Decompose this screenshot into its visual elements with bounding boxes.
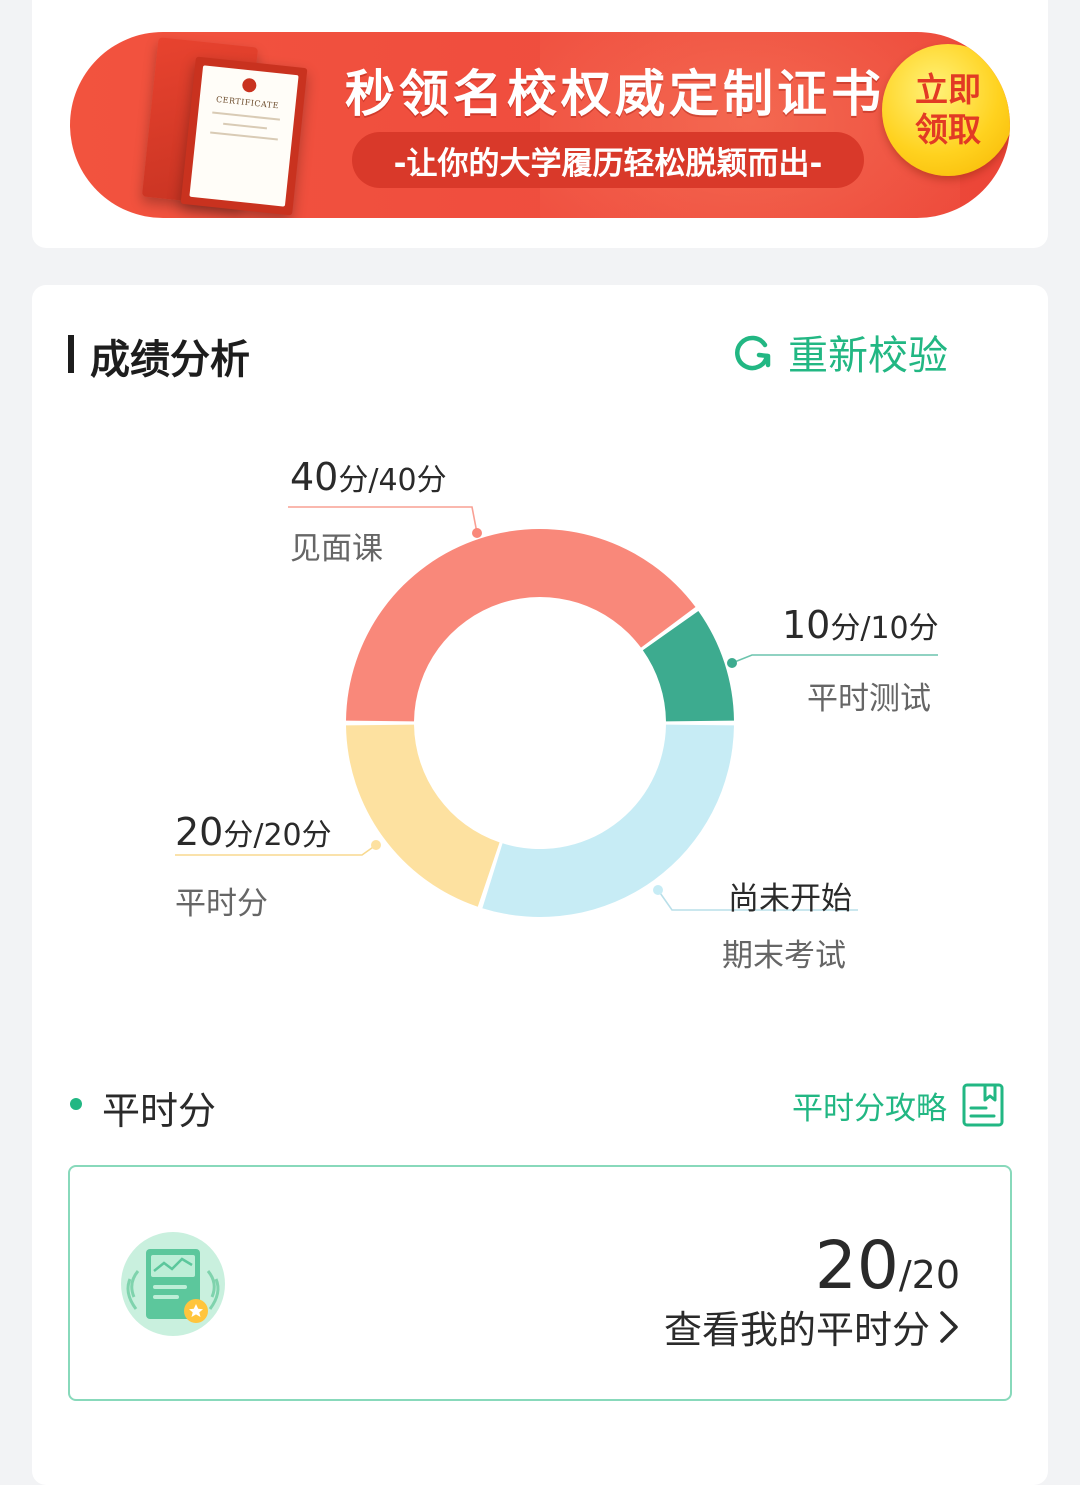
regular-score-max: /20	[253, 818, 302, 853]
donut-segment-regular	[346, 724, 500, 907]
claim-button-line1: 立即	[915, 71, 981, 108]
certificate-paper: CERTIFICATE	[189, 65, 299, 207]
face-to-face-score-value: 40	[290, 455, 339, 499]
face-to-face-score-max: /40	[368, 463, 417, 498]
regular-score-max: /20	[898, 1253, 960, 1297]
face-to-face-score-unit: 分	[338, 463, 369, 498]
quiz-score-unit: 分	[830, 611, 861, 646]
quiz-score-value: 10	[782, 603, 831, 647]
certificate-heading: CERTIFICATE	[215, 94, 280, 111]
regular-score: 20分/20分	[175, 810, 332, 854]
guide-book-icon	[962, 1083, 1004, 1127]
face-to-face-score-max-unit: 分	[416, 463, 447, 498]
regular-score-value: 20	[814, 1227, 899, 1304]
regular-score-card[interactable]: 20/20 查看我的平时分	[68, 1165, 1012, 1401]
banner-card: CERTIFICATE 秒领名校权威定制证书 -让你的大学履历轻松脱颖而出- 立…	[32, 0, 1048, 248]
certificate-image: CERTIFICATE	[180, 56, 308, 216]
face-to-face-label: 见面课	[290, 531, 383, 567]
quiz-score: 10分/10分	[782, 603, 939, 647]
regular-score-unit: 分	[223, 818, 254, 853]
regular-score-max-unit: 分	[301, 818, 332, 853]
strategy-label: 平时分攻略	[792, 1090, 947, 1127]
banner-subtitle: -让你的大学履历轻松脱颖而出-	[352, 132, 864, 188]
claim-now-button[interactable]: 立即 领取	[882, 44, 1010, 176]
section-dot	[70, 1098, 82, 1110]
quiz-score-max-unit: 分	[908, 611, 939, 646]
certificate-line	[210, 131, 278, 141]
certificate-seal-icon	[241, 77, 258, 93]
regular-score-strategy-link[interactable]: 平时分攻略	[792, 1082, 1005, 1128]
quiz-score-max: /10	[860, 611, 909, 646]
donut-segment-final-exam	[482, 724, 734, 917]
label-dot-quiz	[727, 658, 737, 668]
view-my-regular-score-label: 查看我的平时分	[663, 1308, 930, 1352]
label-dot-regular	[371, 840, 381, 850]
regular-score-section-title: 平时分	[102, 1089, 217, 1133]
final-exam-status: 尚未开始	[728, 881, 852, 917]
quiz-label: 平时测试	[807, 681, 931, 717]
banner-title: 秒领名校权威定制证书	[345, 65, 885, 123]
leader-line-quiz	[731, 654, 938, 664]
chevron-right-icon	[940, 1310, 958, 1343]
face-to-face-score: 40分/40分	[290, 455, 447, 499]
regular-label: 平时分	[175, 886, 268, 922]
score-analysis-card: 成绩分析 重新校验 40分/40分 见面课 10分/10分 平时测试 尚未开始 …	[32, 285, 1048, 1485]
certificate-badge-icon	[121, 1232, 225, 1336]
label-dot-face-to-face	[472, 528, 482, 538]
claim-button-line2: 领取	[915, 111, 981, 148]
regular-score-total: 20/20	[815, 1227, 960, 1304]
label-dot-final-exam	[653, 885, 663, 895]
certificate-line	[212, 111, 280, 121]
certificate-promo-banner[interactable]: CERTIFICATE 秒领名校权威定制证书 -让你的大学履历轻松脱颖而出- 立…	[70, 32, 1010, 218]
certificate-line	[223, 122, 267, 130]
donut-segment-face-to-face	[346, 529, 696, 722]
regular-score-value: 20	[175, 810, 224, 854]
final-exam-label: 期末考试	[722, 938, 846, 974]
view-my-regular-score-link[interactable]: 查看我的平时分	[664, 1299, 962, 1354]
